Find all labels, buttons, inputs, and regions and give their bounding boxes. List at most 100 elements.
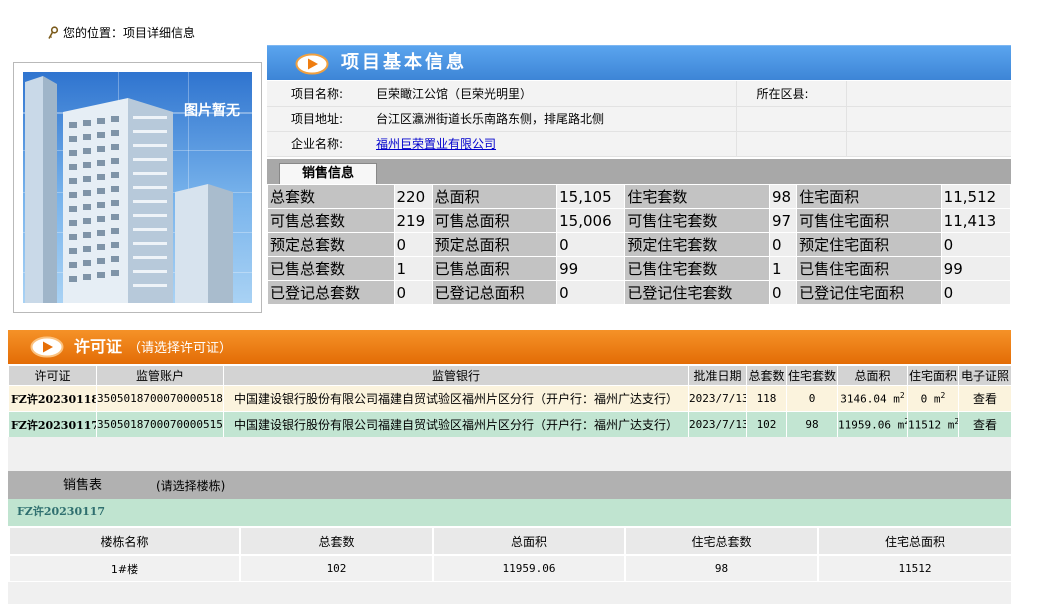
sales-stat-value: 0 (556, 280, 626, 305)
sales-stat-value: 11,413 (940, 208, 1012, 233)
project-name-label: 项目名称: (267, 81, 372, 107)
company-link[interactable]: 福州巨荣置业有限公司 (376, 137, 496, 151)
selected-permit-label: FZ许20230117 (17, 505, 106, 518)
area-unit: m (933, 392, 941, 406)
sales-table-bar: 销售表 (请选择楼栋) (8, 471, 1011, 499)
residential-units: 98 (786, 411, 838, 438)
project-info-table: 项目名称: 巨荣瞰江公馆（巨荣光明里） 所在区县: 项目地址: 台江区瀛洲街道长… (267, 81, 1011, 157)
district-label: 所在区县: (736, 81, 847, 107)
total-units: 118 (746, 385, 787, 412)
permit-column-header: 总套数 (746, 365, 787, 386)
supervision-account: 35050187000700005180 (96, 385, 224, 412)
sales-stat-label: 可售住宅面积 (796, 208, 942, 233)
permit-column-header: 住宅面积 (907, 365, 959, 386)
permit-table-header: 许可证 监管账户 监管银行 批准日期 总套数 住宅套数 总面积 住宅面积 电子证照 (8, 365, 1012, 386)
permit-title-text: 许可证 (74, 337, 123, 356)
sales-info-grid: 总套数 220 总面积 15,105 住宅套数 98 住宅面积 11,512 可售总套数 219 可… (267, 184, 1012, 305)
residential-units: 0 (786, 385, 838, 412)
area-unit-exponent: 2 (940, 391, 946, 401)
sales-info-row: 可售总套数 219 可售总面积 15,006 可售住宅套数 97 可售住宅面积 11,413 (267, 208, 1012, 233)
building-column-header: 楼栋名称 (8, 526, 241, 556)
project-name-value: 巨荣瞰江公馆（巨荣光明里） (372, 81, 737, 107)
tab-sales-info[interactable]: 销售信息 (279, 163, 377, 184)
permit-row[interactable]: FZ许20230117 35050187000700005157 中国建设银行股份有… (8, 411, 1012, 438)
project-name-row: 项目名称: 巨荣瞰江公馆（巨荣光明里） 所在区县: (267, 81, 1011, 107)
approval-date: 2023/7/13 (688, 411, 747, 438)
supervision-bank: 中国建设银行股份有限公司福建自贸试验区福州片区分行（开户行：福州广达支行） (223, 411, 689, 438)
sales-stat-label: 已售总套数 (267, 256, 395, 281)
photo-caption: 图片暂无 (184, 103, 240, 119)
building-column-header: 住宅总套数 (624, 526, 819, 556)
sales-stat-label: 住宅套数 (624, 184, 770, 209)
sales-stat-label: 已登记总套数 (267, 280, 395, 305)
sales-info-row: 预定总套数 0 预定总面积 0 预定住宅套数 0 预定住宅面积 0 (267, 232, 1012, 257)
empty-cell (846, 131, 1011, 157)
sales-stat-label: 已售住宅套数 (624, 256, 770, 281)
building-table: 楼栋名称 总套数 总面积 住宅总套数 住宅总面积 1#楼 102 11959.06 98 115… (8, 526, 1013, 583)
sales-stat-value: 0 (556, 232, 626, 257)
permit-table: 许可证 监管账户 监管银行 批准日期 总套数 住宅套数 总面积 住宅面积 电子证照 FZ许202… (8, 365, 1012, 438)
sales-stat-value: 0 (940, 280, 1012, 305)
view-certificate-link[interactable]: 查看 (958, 385, 1012, 412)
project-photo-frame: 图片暂无 (13, 62, 262, 313)
approval-date: 2023/7/13 (688, 385, 747, 412)
sales-stat-value: 99 (556, 256, 626, 281)
area-value: 11512 (908, 418, 942, 432)
sales-stat-label: 预定总套数 (267, 232, 395, 257)
sales-stat-label: 已登记总面积 (431, 280, 558, 305)
permit-title: 许可证 （请选择许可证） (74, 335, 232, 361)
sales-stat-value: 98 (768, 184, 798, 209)
district-value (846, 81, 1011, 107)
company-cell: 福州巨荣置业有限公司 (372, 131, 737, 157)
sales-stat-value: 220 (393, 184, 433, 209)
sales-stat-value: 1 (768, 256, 798, 281)
permit-column-header: 电子证照 (958, 365, 1012, 386)
permit-column-header: 住宅套数 (786, 365, 838, 386)
residential-area: 0 m2 (907, 385, 959, 412)
project-photo: 图片暂无 (23, 72, 252, 303)
breadcrumb-text: 您的位置：项目详细信息 (63, 26, 196, 40)
view-certificate-link[interactable]: 查看 (958, 411, 1012, 438)
permit-number: FZ许20230117 (8, 411, 97, 438)
empty-cell (736, 131, 847, 157)
building-name[interactable]: 1#楼 (8, 554, 241, 583)
project-address-value: 台江区瀛洲街道长乐南路东侧，排尾路北侧 (372, 106, 737, 132)
sales-info-row: 已售总套数 1 已售总面积 99 已售住宅套数 1 已售住宅面积 99 (267, 256, 1012, 281)
total-area: 11959.06 m2 (837, 411, 908, 438)
building-column-header: 住宅总面积 (817, 526, 1013, 556)
sales-stat-label: 已售总面积 (431, 256, 558, 281)
permit-column-header: 许可证 (8, 365, 97, 386)
permit-column-header: 监管银行 (223, 365, 689, 386)
total-area: 11959.06 (432, 554, 626, 583)
total-area: 3146.04 m2 (837, 385, 908, 412)
empty-cell (846, 106, 1011, 132)
project-info-title: 项目基本信息 (341, 52, 467, 73)
sales-stat-value: 0 (768, 232, 798, 257)
sales-info-row: 总套数 220 总面积 15,105 住宅套数 98 住宅面积 11,512 (267, 184, 1012, 209)
permit-row[interactable]: FZ许20230118 35050187000700005180 中国建设银行股份有… (8, 385, 1012, 412)
area-value: 11959.06 (838, 418, 891, 432)
sales-stat-value: 0 (940, 232, 1012, 257)
play-icon (295, 53, 329, 75)
sales-stat-label: 可售总面积 (431, 208, 558, 233)
spacer-band (8, 437, 1011, 471)
sales-table-title: 销售表 (63, 478, 103, 493)
empty-cell (736, 106, 847, 132)
sales-tab-bar: 销售信息 (267, 159, 1011, 184)
permit-header: 许可证 （请选择许可证） (8, 330, 1011, 364)
sales-stat-label: 可售住宅套数 (624, 208, 770, 233)
sales-stat-value: 0 (768, 280, 798, 305)
building-table-header: 楼栋名称 总套数 总面积 住宅总套数 住宅总面积 (8, 526, 1013, 556)
building-row[interactable]: 1#楼 102 11959.06 98 11512 (8, 554, 1013, 583)
area-unit-exponent: 2 (899, 391, 905, 401)
area-unit: m (893, 392, 900, 406)
project-address-label: 项目地址: (267, 106, 372, 132)
sales-stat-label: 总套数 (267, 184, 395, 209)
supervision-account: 35050187000700005157 (96, 411, 224, 438)
residential-area: 11512 (817, 554, 1013, 583)
total-units: 102 (746, 411, 787, 438)
sales-info-row: 已登记总套数 0 已登记总面积 0 已登记住宅套数 0 已登记住宅面积 0 (267, 280, 1012, 305)
sales-stat-label: 可售总套数 (267, 208, 395, 233)
sales-stat-value: 99 (940, 256, 1012, 281)
